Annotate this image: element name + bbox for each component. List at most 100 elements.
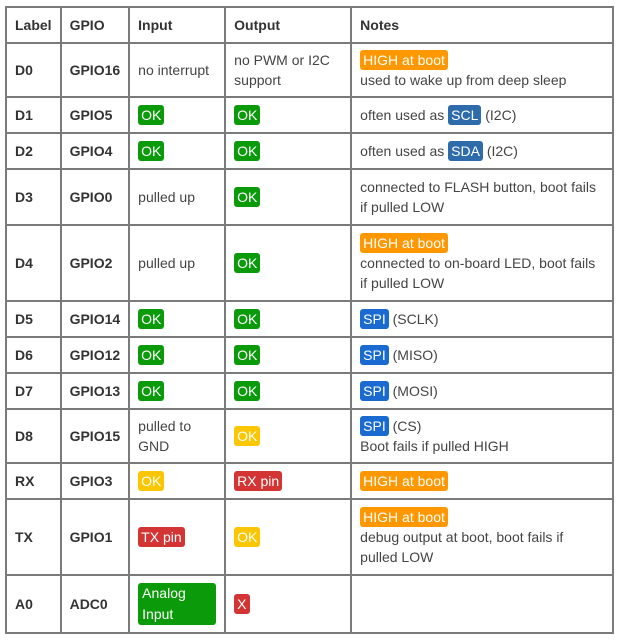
- table-row: D4 GPIO2 pulled up OK HIGH at boot conne…: [5, 224, 614, 302]
- input-cell: no interrupt: [128, 42, 227, 98]
- header-input: Input: [128, 6, 227, 44]
- input-cell: pulled up: [128, 168, 227, 226]
- input-cell: Analog Input: [128, 574, 227, 634]
- header-row: Label GPIO Input Output Notes: [5, 6, 614, 44]
- high-at-boot-badge: HIGH at boot: [360, 507, 448, 527]
- output-cell: no PWM or I2C support: [224, 42, 353, 98]
- output-cell: OK: [224, 336, 353, 374]
- notes-cell: HIGH at boot connected to on-board LED, …: [350, 224, 614, 302]
- note-text: Boot fails if pulled HIGH: [360, 438, 509, 454]
- note-suffix: (MISO): [392, 347, 438, 363]
- note-suffix: (CS): [392, 418, 422, 434]
- notes-cell: HIGH at boot used to wake up from deep s…: [350, 42, 614, 98]
- ok-warning-badge: OK: [138, 471, 165, 491]
- output-cell: OK: [224, 132, 353, 170]
- ok-badge: OK: [234, 141, 261, 161]
- note-prefix: often used as: [360, 143, 445, 159]
- notes-cell: often used as SDA (I2C): [350, 132, 614, 170]
- table-row: D6 GPIO12 OK OK SPI (MISO): [5, 336, 614, 374]
- analog-input-badge: Analog Input: [138, 583, 217, 625]
- pin-label: D3: [5, 168, 62, 226]
- header-notes: Notes: [350, 6, 614, 44]
- ok-badge: OK: [138, 105, 165, 125]
- table-row: RX GPIO3 OK RX pin HIGH at boot: [5, 462, 614, 500]
- gpio-name: ADC0: [59, 574, 131, 634]
- ok-warning-badge: OK: [234, 426, 261, 446]
- ok-badge: OK: [138, 381, 165, 401]
- table-row: D5 GPIO14 OK OK SPI (SCLK): [5, 300, 614, 338]
- pin-label: D7: [5, 372, 62, 410]
- spi-badge: SPI: [360, 381, 389, 401]
- scl-badge: SCL: [448, 105, 482, 125]
- input-cell: OK: [128, 300, 227, 338]
- ok-badge: OK: [138, 309, 165, 329]
- ok-badge: OK: [234, 105, 261, 125]
- high-at-boot-badge: HIGH at boot: [360, 233, 448, 253]
- ok-badge: OK: [234, 381, 261, 401]
- gpio-name: GPIO5: [59, 96, 131, 134]
- input-cell: pulled up: [128, 224, 227, 302]
- input-cell: pulled to GND: [128, 408, 227, 464]
- gpio-name: GPIO2: [59, 224, 131, 302]
- spi-badge: SPI: [360, 416, 389, 436]
- notes-cell: connected to FLASH button, boot fails if…: [350, 168, 614, 226]
- input-cell: OK: [128, 372, 227, 410]
- note-suffix: (I2C): [486, 143, 518, 159]
- pin-label: D2: [5, 132, 62, 170]
- gpio-name: GPIO14: [59, 300, 131, 338]
- pin-label: D0: [5, 42, 62, 98]
- input-cell: OK: [128, 462, 227, 500]
- table-row: D2 GPIO4 OK OK often used as SDA (I2C): [5, 132, 614, 170]
- pin-label: TX: [5, 498, 62, 576]
- output-cell: OK: [224, 224, 353, 302]
- output-cell: OK: [224, 408, 353, 464]
- note-text: connected to on-board LED, boot fails if…: [360, 255, 596, 291]
- notes-cell: HIGH at boot debug output at boot, boot …: [350, 498, 614, 576]
- ok-badge: OK: [234, 253, 261, 273]
- table-row: D3 GPIO0 pulled up OK connected to FLASH…: [5, 168, 614, 226]
- table-row: A0 ADC0 Analog Input X: [5, 574, 614, 634]
- pin-label: D1: [5, 96, 62, 134]
- ok-badge: OK: [234, 187, 261, 207]
- output-cell: OK: [224, 300, 353, 338]
- not-available-badge: X: [234, 594, 250, 614]
- gpio-name: GPIO4: [59, 132, 131, 170]
- gpio-name: GPIO16: [59, 42, 131, 98]
- pin-label: D4: [5, 224, 62, 302]
- output-cell: X: [224, 574, 353, 634]
- output-cell: OK: [224, 168, 353, 226]
- pin-label: RX: [5, 462, 62, 500]
- gpio-name: GPIO15: [59, 408, 131, 464]
- table-row: D0 GPIO16 no interrupt no PWM or I2C sup…: [5, 42, 614, 98]
- table-row: TX GPIO1 TX pin OK HIGH at boot debug ou…: [5, 498, 614, 576]
- table-row: D8 GPIO15 pulled to GND OK SPI (CS) Boot…: [5, 408, 614, 464]
- note-suffix: (I2C): [485, 107, 517, 123]
- spi-badge: SPI: [360, 309, 389, 329]
- pin-label: D8: [5, 408, 62, 464]
- notes-cell: SPI (MISO): [350, 336, 614, 374]
- note-prefix: often used as: [360, 107, 445, 123]
- notes-cell: HIGH at boot: [350, 462, 614, 500]
- rx-pin-badge: RX pin: [234, 471, 283, 491]
- notes-cell: SPI (MOSI): [350, 372, 614, 410]
- input-cell: OK: [128, 132, 227, 170]
- output-cell: OK: [224, 372, 353, 410]
- input-cell: OK: [128, 96, 227, 134]
- gpio-name: GPIO1: [59, 498, 131, 576]
- ok-warning-badge: OK: [234, 527, 261, 547]
- output-cell: OK: [224, 96, 353, 134]
- table-row: D7 GPIO13 OK OK SPI (MOSI): [5, 372, 614, 410]
- gpio-name: GPIO3: [59, 462, 131, 500]
- gpio-name: GPIO12: [59, 336, 131, 374]
- pin-label: D5: [5, 300, 62, 338]
- note-text: used to wake up from deep sleep: [360, 72, 567, 88]
- header-output: Output: [224, 6, 353, 44]
- notes-cell: SPI (SCLK): [350, 300, 614, 338]
- pin-label: A0: [5, 574, 62, 634]
- high-at-boot-badge: HIGH at boot: [360, 50, 448, 70]
- pin-label: D6: [5, 336, 62, 374]
- ok-badge: OK: [234, 309, 261, 329]
- high-at-boot-badge: HIGH at boot: [360, 471, 448, 491]
- input-cell: TX pin: [128, 498, 227, 576]
- gpio-name: GPIO0: [59, 168, 131, 226]
